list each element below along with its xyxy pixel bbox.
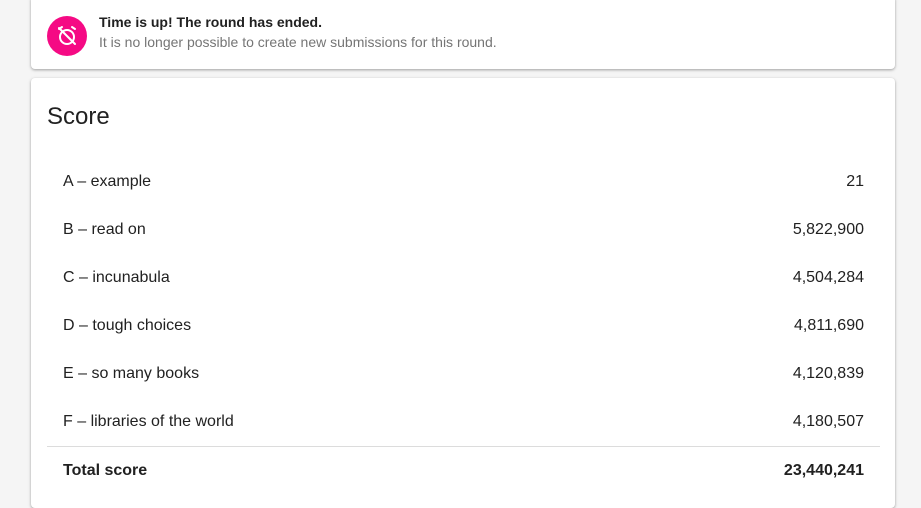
score-row-value: 21 [846, 173, 864, 190]
total-score-value: 23,440,241 [783, 462, 864, 479]
score-row-label: C – incunabula [63, 269, 170, 286]
score-row: D – tough choices 4,811,690 [47, 302, 880, 350]
score-row-label: F – libraries of the world [63, 413, 234, 430]
score-row-value: 4,811,690 [794, 317, 864, 334]
total-score-label: Total score [63, 462, 148, 479]
round-ended-alert: Time is up! The round has ended. It is n… [31, 0, 895, 69]
score-row-label: A – example [63, 173, 152, 190]
score-row: E – so many books 4,120,839 [47, 350, 880, 398]
score-card: Score A – example 21 B – read on 5,822,9… [31, 78, 895, 508]
score-row-value: 5,822,900 [792, 221, 864, 238]
score-row-value: 4,120,839 [792, 365, 864, 382]
score-row: F – libraries of the world 4,180,507 [47, 398, 880, 446]
score-row: C – incunabula 4,504,284 [47, 254, 880, 302]
alarm-off-icon [47, 16, 87, 56]
score-row-value: 4,180,507 [792, 413, 864, 430]
total-score-row: Total score 23,440,241 [47, 447, 880, 495]
score-row-label: D – tough choices [63, 317, 192, 334]
score-list: A – example 21 B – read on 5,822,900 C –… [47, 158, 880, 495]
score-title: Score [47, 103, 110, 130]
alert-message: It is no longer possible to create new s… [99, 34, 497, 50]
score-row: A – example 21 [47, 158, 880, 206]
score-row: B – read on 5,822,900 [47, 206, 880, 254]
score-row-label: B – read on [63, 221, 146, 238]
score-row-value: 4,504,284 [792, 269, 864, 286]
score-row-label: E – so many books [63, 365, 200, 382]
alert-title: Time is up! The round has ended. [99, 14, 322, 30]
